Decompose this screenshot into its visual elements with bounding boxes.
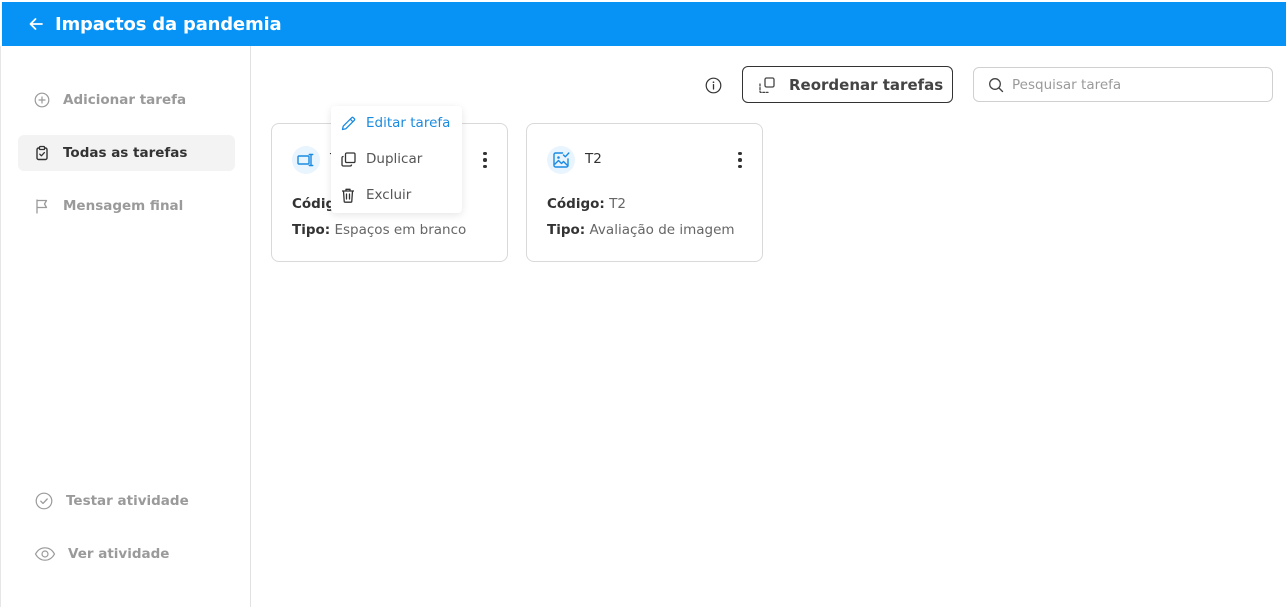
copy-icon [339,150,357,168]
top-bar: Impactos da pandemia [2,2,1286,46]
text-cursor-icon [292,146,320,174]
menu-item-duplicate[interactable]: Duplicar [339,146,457,172]
task-code: Códig [292,196,335,212]
more-options-icon[interactable] [477,148,493,172]
task-title: T2 [585,151,602,167]
menu-item-label: Duplicar [366,151,423,167]
sidebar-item-label: Testar atividade [66,493,189,509]
task-type-label: Tipo: [292,222,331,238]
sidebar-item-final-message[interactable]: Mensagem final [18,188,235,224]
info-icon[interactable] [703,75,723,95]
menu-item-delete[interactable]: Excluir [339,182,457,208]
task-code-label: Código: [547,196,605,212]
more-options-icon[interactable] [732,148,748,172]
search-input[interactable] [1012,76,1252,93]
task-type-value: Avaliação de imagem [589,222,735,238]
sidebar-item-label: Ver atividade [68,546,170,562]
menu-item-edit-task[interactable]: Editar tarefa [339,110,457,136]
sidebar-item-view-activity[interactable]: Ver atividade [18,536,235,572]
sidebar-item-label: Adicionar tarefa [63,92,187,108]
sidebar-item-label: Todas as tarefas [63,145,188,161]
sidebar-item-add-task[interactable]: Adicionar tarefa [18,82,235,118]
clipboard-check-icon [33,144,51,162]
sidebar-item-all-tasks[interactable]: Todas as tarefas [18,135,235,171]
trash-icon [339,186,357,204]
task-type-label: Tipo: [547,222,586,238]
image-check-icon [547,146,575,174]
flag-icon [33,197,51,215]
task-type-value: Espaços em branco [334,222,467,238]
arrow-left-icon[interactable] [26,14,46,34]
task-code: Código: T2 [547,196,626,212]
sidebar-item-test-activity[interactable]: Testar atividade [18,483,235,519]
reorder-tasks-button[interactable]: Reordenar tarefas [742,66,953,103]
page-title: Impactos da pandemia [55,13,282,35]
reorder-icon [758,76,776,94]
pencil-icon [339,114,357,132]
menu-item-label: Excluir [366,187,412,203]
task-code-label: Códig [292,196,336,212]
reorder-tasks-label: Reordenar tarefas [789,75,944,94]
sidebar: Adicionar tarefa Todas as tarefas Mensag… [0,46,251,607]
task-code-value: T2 [609,196,626,212]
task-type: Tipo: Avaliação de imagem [547,222,735,238]
check-circle-icon [34,492,54,510]
eye-icon [34,545,56,563]
search-icon [988,77,1004,93]
task-context-menu: Editar tarefa Duplicar Excluir [331,106,462,213]
menu-item-label: Editar tarefa [366,115,451,131]
task-card[interactable]: T2 Código: T2 Tipo: Avaliação de imagem [526,123,763,262]
search-box [973,67,1273,102]
plus-circle-icon [33,91,51,109]
task-type: Tipo: Espaços em branco [292,222,466,238]
sidebar-item-label: Mensagem final [63,198,184,214]
